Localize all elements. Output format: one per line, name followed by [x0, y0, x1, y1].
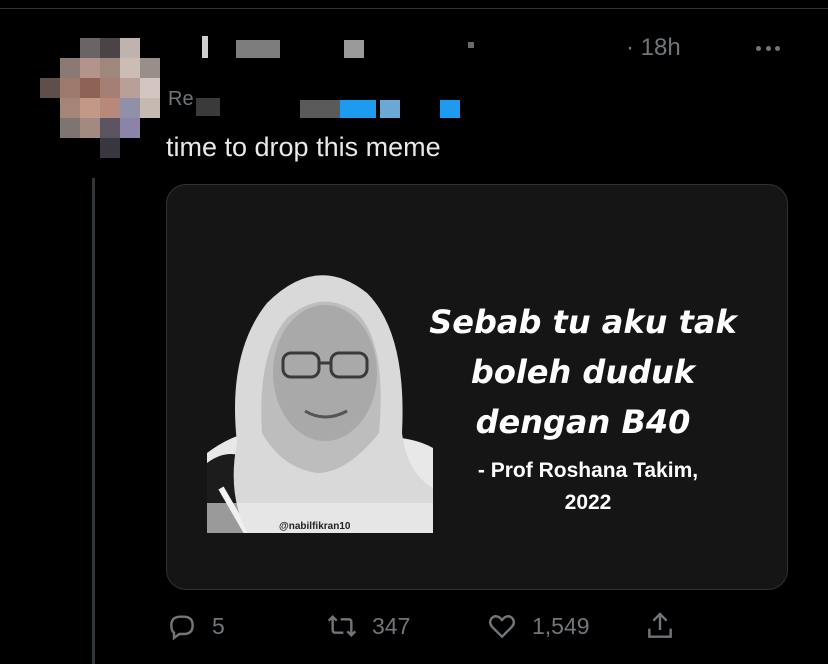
redacted-mention[interactable]	[440, 100, 460, 118]
top-divider	[0, 8, 828, 9]
speech-bubble-icon	[170, 615, 194, 641]
ellipsis-icon[interactable]	[750, 36, 786, 60]
reply-prefix: Re	[168, 88, 194, 110]
reply-count: 5	[212, 612, 225, 639]
redacted-handle	[468, 42, 474, 48]
portrait-photo	[207, 275, 433, 533]
redacted-name	[236, 40, 280, 58]
attribution-line: 2022	[564, 491, 612, 514]
redacted-mention	[300, 100, 340, 118]
redacted-text	[196, 98, 220, 116]
reply-button[interactable]: 5	[166, 606, 225, 646]
tweet-header: · 18h	[168, 32, 808, 64]
avatar[interactable]	[40, 38, 160, 158]
share-button[interactable]	[644, 606, 690, 646]
retweet-count: 347	[372, 612, 411, 639]
share-upload-icon	[648, 612, 672, 638]
quote-line: Sebab tu aku tak	[429, 303, 737, 341]
meme-attribution: - Prof Roshana Takim, 2022	[443, 455, 733, 519]
thread-line	[92, 178, 95, 664]
replying-to: Re	[168, 88, 508, 118]
timestamp[interactable]: · 18h	[626, 32, 681, 64]
action-bar: 5 347 1,549	[166, 606, 686, 646]
redacted-handle	[344, 40, 364, 58]
redacted-mention[interactable]	[380, 100, 400, 118]
quote-line: dengan B40	[475, 403, 691, 441]
media-card[interactable]: @nabilfikran10 Sebab tu aku tak boleh du…	[166, 184, 788, 590]
quote-line: boleh duduk	[470, 353, 696, 391]
like-count: 1,549	[532, 612, 590, 639]
watermark: @nabilfikran10	[279, 521, 351, 532]
like-button[interactable]: 1,549	[486, 606, 590, 646]
heart-icon	[488, 615, 516, 639]
retweet-arrows-icon	[327, 614, 357, 638]
tweet-text: time to drop this meme	[166, 132, 441, 162]
redacted-name	[202, 36, 208, 58]
meme-quote: Sebab tu aku tak boleh duduk dengan B40	[413, 297, 753, 447]
redacted-mention[interactable]	[340, 100, 376, 118]
retweet-button[interactable]: 347	[326, 606, 410, 646]
attribution-line: - Prof Roshana Takim,	[477, 459, 699, 482]
